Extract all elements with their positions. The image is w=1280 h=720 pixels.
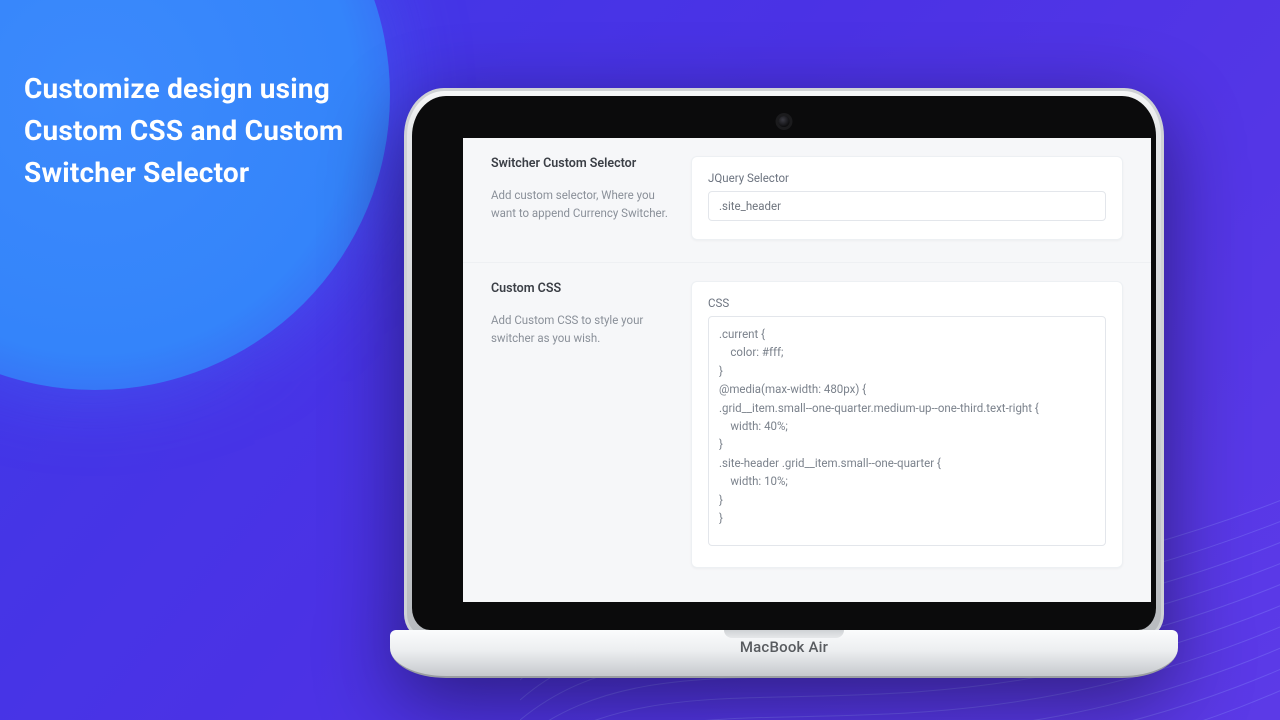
device-label: MacBook Air — [740, 638, 828, 656]
section-title: Switcher Custom Selector — [491, 156, 673, 171]
device-screen: Switcher Custom Selector Add custom sele… — [463, 138, 1151, 602]
device-mockup: Switcher Custom Selector Add custom sele… — [390, 88, 1178, 696]
camera-icon — [779, 116, 790, 127]
css-card: CSS — [691, 281, 1123, 568]
device-bezel: Switcher Custom Selector Add custom sele… — [412, 96, 1156, 630]
custom-css-textarea[interactable] — [708, 316, 1106, 546]
section-description: Add custom selector, Where you want to a… — [491, 187, 673, 223]
selector-card: JQuery Selector — [691, 156, 1123, 240]
decorative-blob — [0, 0, 390, 390]
jquery-selector-input[interactable] — [708, 191, 1106, 221]
css-field-label: CSS — [708, 296, 1106, 310]
marketing-headline: Customize design using Custom CSS and Cu… — [24, 68, 344, 194]
section-title: Custom CSS — [491, 281, 673, 296]
settings-app: Switcher Custom Selector Add custom sele… — [463, 138, 1151, 602]
jquery-selector-label: JQuery Selector — [708, 171, 1106, 185]
section-switcher-selector: Switcher Custom Selector Add custom sele… — [463, 138, 1151, 262]
section-description: Add Custom CSS to style your switcher as… — [491, 312, 673, 348]
section-custom-css: Custom CSS Add Custom CSS to style your … — [463, 262, 1151, 590]
